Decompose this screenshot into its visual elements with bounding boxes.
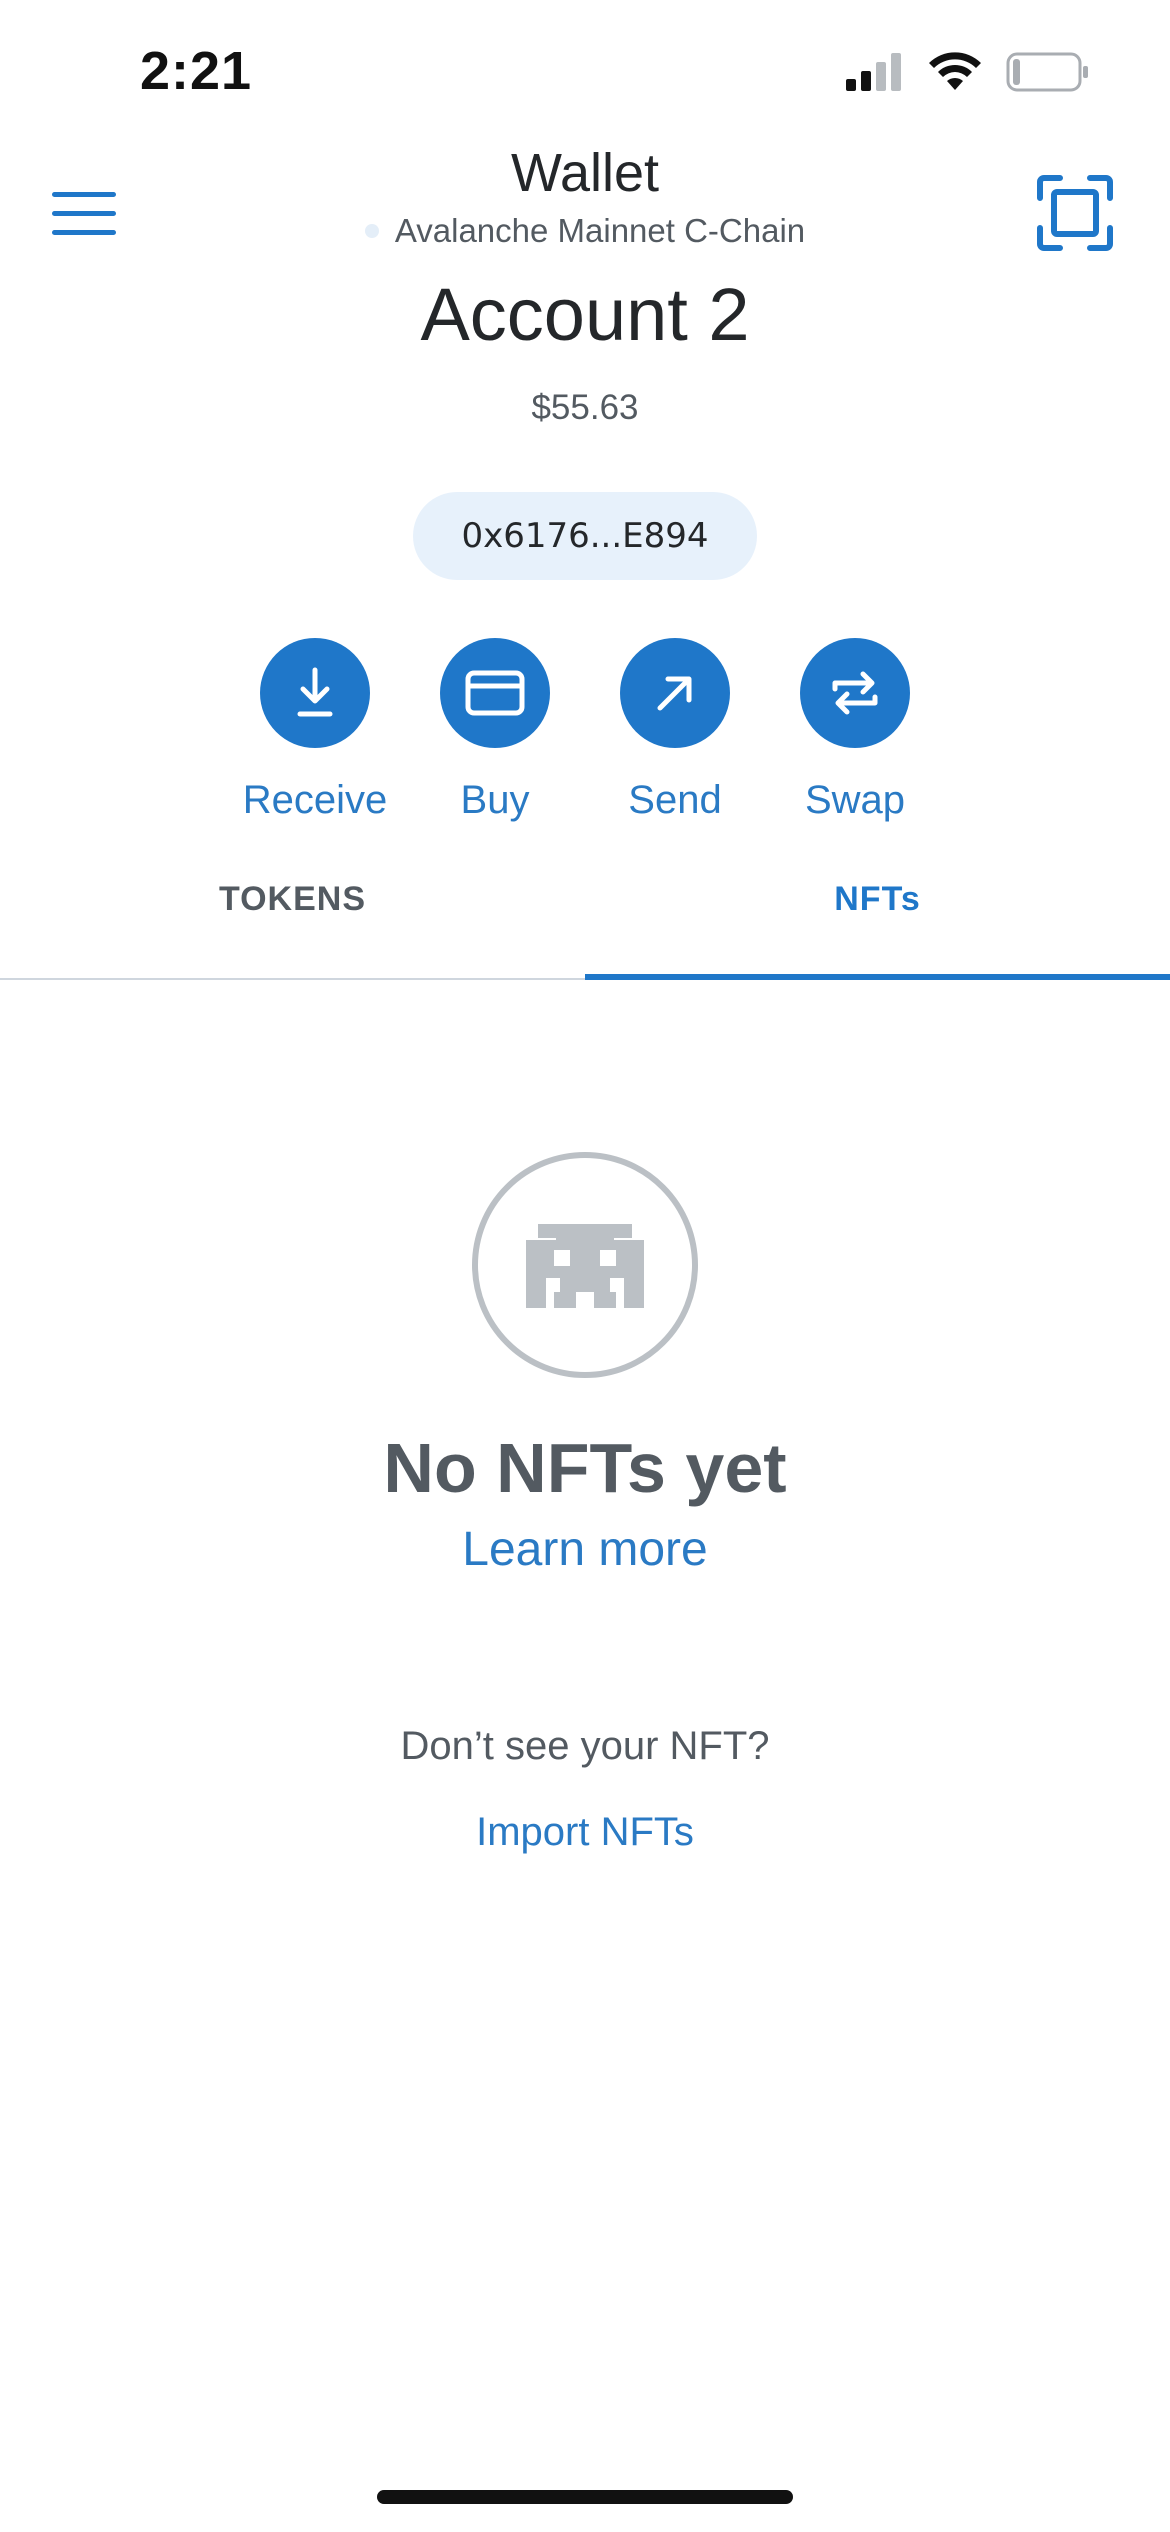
download-arrow-icon bbox=[297, 667, 333, 717]
wifi-icon bbox=[929, 52, 981, 90]
empty-state-title: No NFTs yet bbox=[383, 1429, 787, 1507]
receive-button[interactable]: Receive bbox=[215, 638, 415, 823]
swap-label: Swap bbox=[804, 778, 906, 822]
active-tab-indicator bbox=[585, 974, 1170, 980]
nft-empty-illustration bbox=[470, 1150, 700, 1380]
home-indicator[interactable] bbox=[377, 2490, 793, 2504]
send-label: Send bbox=[628, 778, 722, 822]
status-icons bbox=[846, 52, 1090, 92]
swap-arrows-icon bbox=[832, 671, 878, 715]
network-selector[interactable]: Avalanche Mainnet C-Chain bbox=[0, 212, 1170, 250]
network-status-dot bbox=[364, 224, 379, 238]
receive-label: Receive bbox=[242, 778, 388, 822]
swap-button[interactable]: Swap bbox=[755, 638, 955, 823]
missing-nft-prompt: Don’t see your NFT? bbox=[400, 1724, 770, 1768]
send-button[interactable]: Send bbox=[575, 638, 775, 823]
status-time: 2:21 bbox=[140, 41, 253, 101]
arrow-up-right-icon bbox=[657, 676, 692, 711]
import-nfts-link[interactable]: Import NFTs bbox=[0, 1810, 1170, 1855]
scan-button[interactable] bbox=[1036, 174, 1114, 252]
wallet-screen: 2:21 Wallet Avalanche Mainnet C-Chain Ac… bbox=[0, 0, 1170, 2532]
credit-card-icon bbox=[465, 670, 525, 716]
page-title: Wallet bbox=[510, 143, 660, 203]
buy-button[interactable]: Buy bbox=[395, 638, 595, 823]
action-row: Receive Buy Send Swap bbox=[0, 638, 1170, 838]
buy-label: Buy bbox=[460, 778, 530, 822]
signal-icon bbox=[846, 53, 901, 91]
address-pill[interactable]: 0x6176...E894 bbox=[413, 492, 757, 580]
learn-more-link[interactable]: Learn more bbox=[0, 1522, 1170, 1577]
battery-icon bbox=[1006, 52, 1088, 92]
tab-tokens[interactable]: TOKENS bbox=[0, 880, 585, 919]
network-name: Avalanche Mainnet C-Chain bbox=[394, 212, 806, 249]
tab-nfts[interactable]: NFTs bbox=[585, 880, 1170, 919]
account-name[interactable]: Account 2 bbox=[0, 272, 1170, 357]
qr-scan-icon bbox=[1037, 175, 1113, 251]
account-balance: $55.63 bbox=[531, 388, 639, 427]
space-invader-icon bbox=[472, 1152, 698, 1378]
